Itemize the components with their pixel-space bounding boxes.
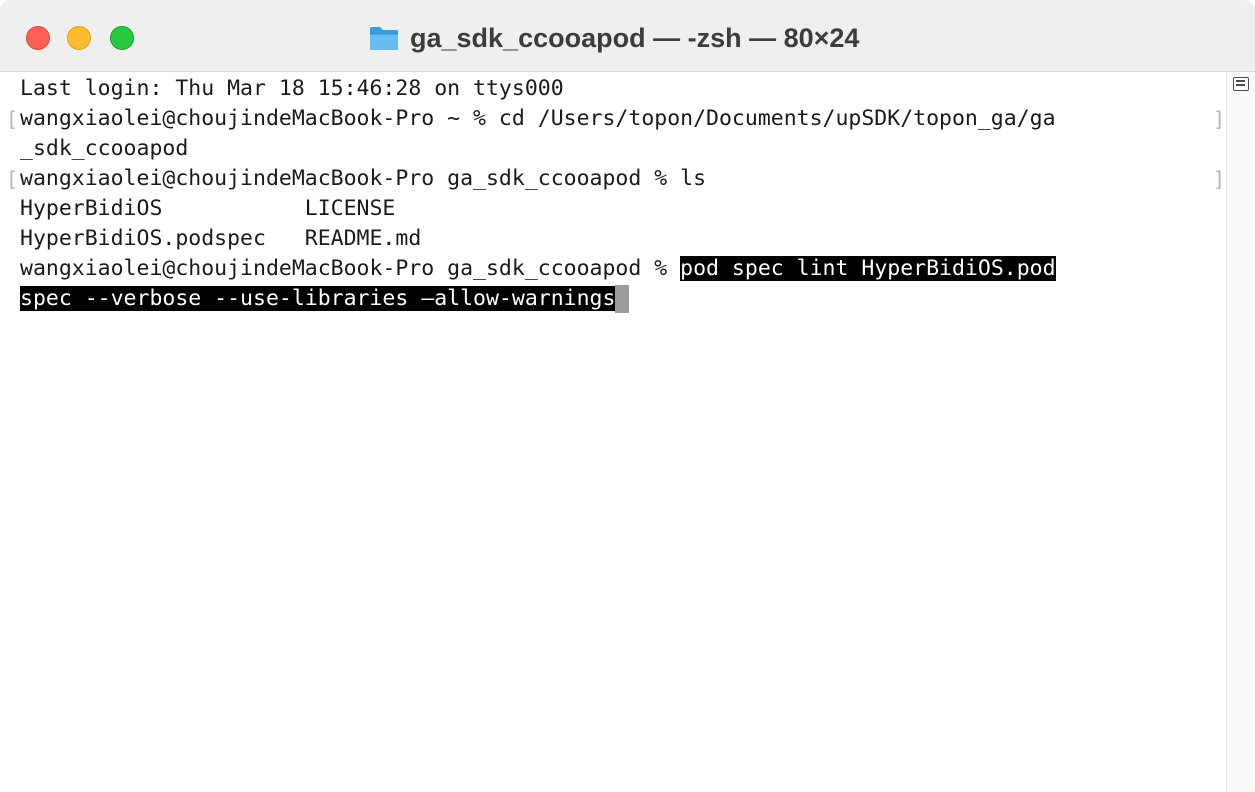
last-login-line: Last login: Thu Mar 18 15:46:28 on ttys0… xyxy=(20,76,564,101)
minimize-button[interactable] xyxy=(67,26,91,50)
mark-bracket-left: [ xyxy=(6,107,19,131)
terminal-window: ga_sdk_ccooapod — -zsh — 80×24 Last logi… xyxy=(0,0,1255,792)
zoom-button[interactable] xyxy=(110,26,134,50)
ls-output-row: HyperBidiOS LICENSE xyxy=(20,196,396,221)
command-line-pod: wangxiaolei@choujindeMacBook-Pro ga_sdk_… xyxy=(20,254,1056,284)
mark-bracket-right: ] xyxy=(1213,107,1226,131)
selected-command-text[interactable]: pod spec lint HyperBidiOS.pod xyxy=(680,256,1056,281)
close-button[interactable] xyxy=(26,26,50,50)
scrollbar[interactable] xyxy=(1226,72,1255,792)
window-title: ga_sdk_ccooapod — -zsh — 80×24 xyxy=(410,22,860,53)
text-cursor xyxy=(615,285,630,313)
mark-bracket-left: [ xyxy=(6,167,19,191)
marks-icon[interactable] xyxy=(1233,77,1249,91)
command-line-pod-wrap: spec --verbose --use-libraries —allow-wa… xyxy=(20,284,630,314)
ls-output-row: HyperBidiOS.podspec README.md xyxy=(20,226,422,251)
window-title-group: ga_sdk_ccooapod — -zsh — 80×24 xyxy=(368,20,859,56)
folder-icon xyxy=(370,27,398,50)
title-bar[interactable]: ga_sdk_ccooapod — -zsh — 80×24 xyxy=(0,0,1255,72)
selected-command-text[interactable]: spec --verbose --use-libraries —allow-wa… xyxy=(20,286,616,311)
command-line-cd-wrap: _sdk_ccooapod xyxy=(20,136,189,161)
command-line-cd: wangxiaolei@choujindeMacBook-Pro ~ % cd … xyxy=(20,106,1056,131)
command-line-ls: wangxiaolei@choujindeMacBook-Pro ga_sdk_… xyxy=(20,166,707,191)
prompt: wangxiaolei@choujindeMacBook-Pro ga_sdk_… xyxy=(20,256,681,281)
mark-bracket-right: ] xyxy=(1213,167,1226,191)
